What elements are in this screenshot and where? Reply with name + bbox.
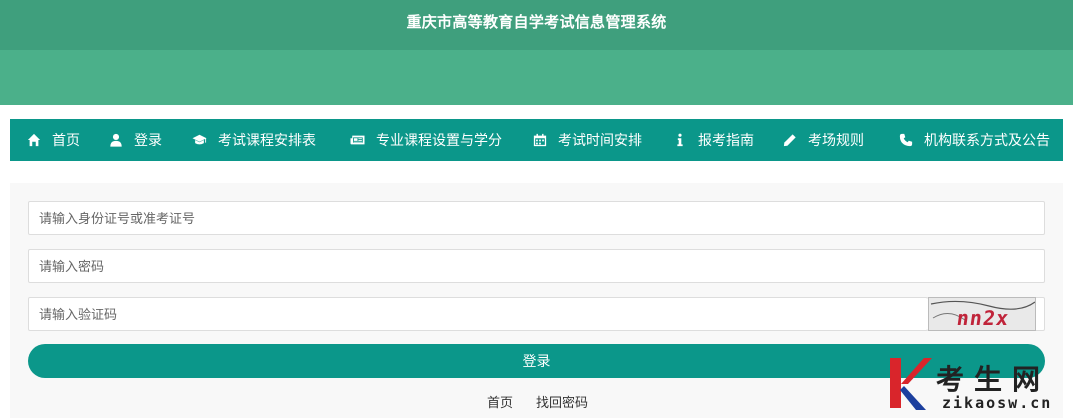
captcha-field[interactable] [28, 297, 928, 331]
nav-item-exam-schedule[interactable]: 考试课程安排表 [190, 119, 316, 161]
nav-item-login[interactable]: 登录 [108, 119, 162, 161]
nav-item-label: 考试时间安排 [558, 132, 642, 148]
page-title: 重庆市高等教育自学考试信息管理系统 [406, 14, 667, 31]
nav-item-major-courses[interactable]: 专业课程设置与学分 [348, 119, 502, 161]
pencil-icon [782, 132, 798, 148]
nav-item-label: 专业课程设置与学分 [376, 132, 502, 148]
nav-item-contact[interactable]: 机构联系方式及公告 [898, 119, 1050, 161]
header-bar: 重庆市高等教育自学考试信息管理系统 [0, 0, 1073, 50]
phone-icon [898, 132, 914, 148]
captcha-input[interactable] [29, 298, 927, 330]
newspaper-icon [348, 132, 366, 148]
password-input[interactable] [29, 250, 1044, 282]
watermark-logo: 考生网 zikaosw.cn [886, 356, 1066, 416]
captcha-image[interactable]: nn2x [928, 297, 1036, 331]
home-icon [26, 132, 42, 148]
calendar-icon [532, 132, 548, 148]
main-nav: 首页 登录 考试课程安排表 专业课程设置与学分 考试时间安排 报考指南 考场规则… [10, 119, 1063, 161]
footer-home-link[interactable]: 首页 [487, 392, 513, 411]
header-banner [0, 50, 1073, 105]
nav-item-label: 机构联系方式及公告 [924, 132, 1050, 148]
recover-password-link[interactable]: 找回密码 [536, 392, 588, 411]
password-field[interactable] [28, 249, 1045, 283]
user-icon [108, 132, 124, 148]
nav-item-label: 首页 [52, 132, 80, 148]
nav-item-exam-time[interactable]: 考试时间安排 [532, 119, 642, 161]
captcha-code: nn2x [955, 306, 1011, 330]
nav-item-label: 登录 [134, 132, 162, 148]
info-icon [672, 132, 688, 148]
nav-item-rules[interactable]: 考场规则 [782, 119, 864, 161]
nav-item-label: 考试课程安排表 [218, 132, 316, 148]
nav-item-label: 报考指南 [698, 132, 754, 148]
id-number-field[interactable] [28, 201, 1045, 235]
k-logo-icon [890, 358, 932, 410]
nav-item-label: 考场规则 [808, 132, 864, 148]
nav-item-guide[interactable]: 报考指南 [672, 119, 754, 161]
watermark-brand: 考生网 [936, 363, 1051, 396]
watermark-domain: zikaosw.cn [942, 394, 1053, 412]
nav-item-home[interactable]: 首页 [26, 119, 80, 161]
id-number-input[interactable] [29, 202, 1044, 234]
graduation-cap-icon [190, 132, 208, 148]
